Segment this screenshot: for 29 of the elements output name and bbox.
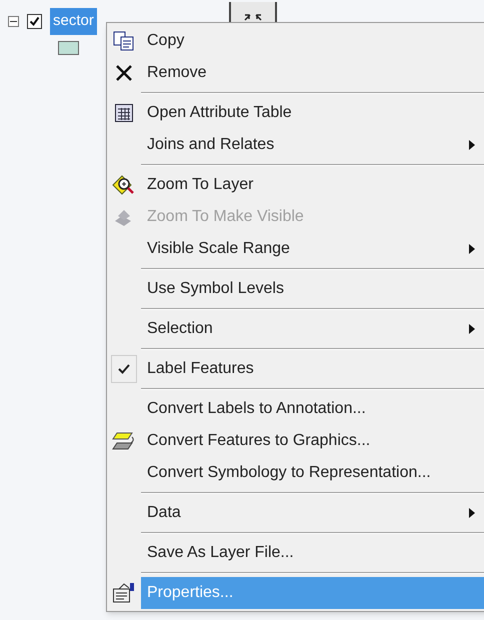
submenu-arrow-icon xyxy=(469,244,475,254)
menu-item[interactable]: Save As Layer File... xyxy=(107,537,484,569)
menu-item[interactable]: Convert Features to Graphics... xyxy=(107,425,484,457)
menu-item[interactable]: Use Symbol Levels xyxy=(107,273,484,305)
checkmark-icon xyxy=(111,355,137,383)
menu-item[interactable]: Convert Labels to Annotation... xyxy=(107,393,484,425)
menu-item[interactable]: Data xyxy=(107,497,484,529)
layer-checkbox[interactable] xyxy=(27,14,42,29)
menu-item[interactable]: Convert Symbology to Representation... xyxy=(107,457,484,489)
legend-swatch xyxy=(58,40,79,54)
menu-item[interactable]: Zoom To Layer xyxy=(107,169,484,201)
menu-item[interactable]: Copy xyxy=(107,25,484,57)
menu-item[interactable]: Label Features xyxy=(107,353,484,385)
remove-icon xyxy=(114,63,134,83)
expand-arrows-icon xyxy=(244,13,262,22)
zoom-to-layer-icon xyxy=(112,174,136,196)
convert-graphics-icon xyxy=(112,431,136,451)
submenu-arrow-icon xyxy=(469,324,475,334)
menu-item[interactable]: Visible Scale Range xyxy=(107,233,484,265)
menu-item[interactable]: Open Attribute Table xyxy=(107,97,484,129)
menu-item[interactable]: Joins and Relates xyxy=(107,129,484,161)
copy-icon xyxy=(113,31,135,51)
table-icon xyxy=(114,103,134,123)
properties-icon xyxy=(112,582,136,604)
menu-item[interactable]: Selection xyxy=(107,313,484,345)
collapse-toggle[interactable] xyxy=(8,16,19,27)
submenu-arrow-icon xyxy=(469,508,475,518)
submenu-arrow-icon xyxy=(469,140,475,150)
menu-item[interactable]: Remove xyxy=(107,57,484,89)
